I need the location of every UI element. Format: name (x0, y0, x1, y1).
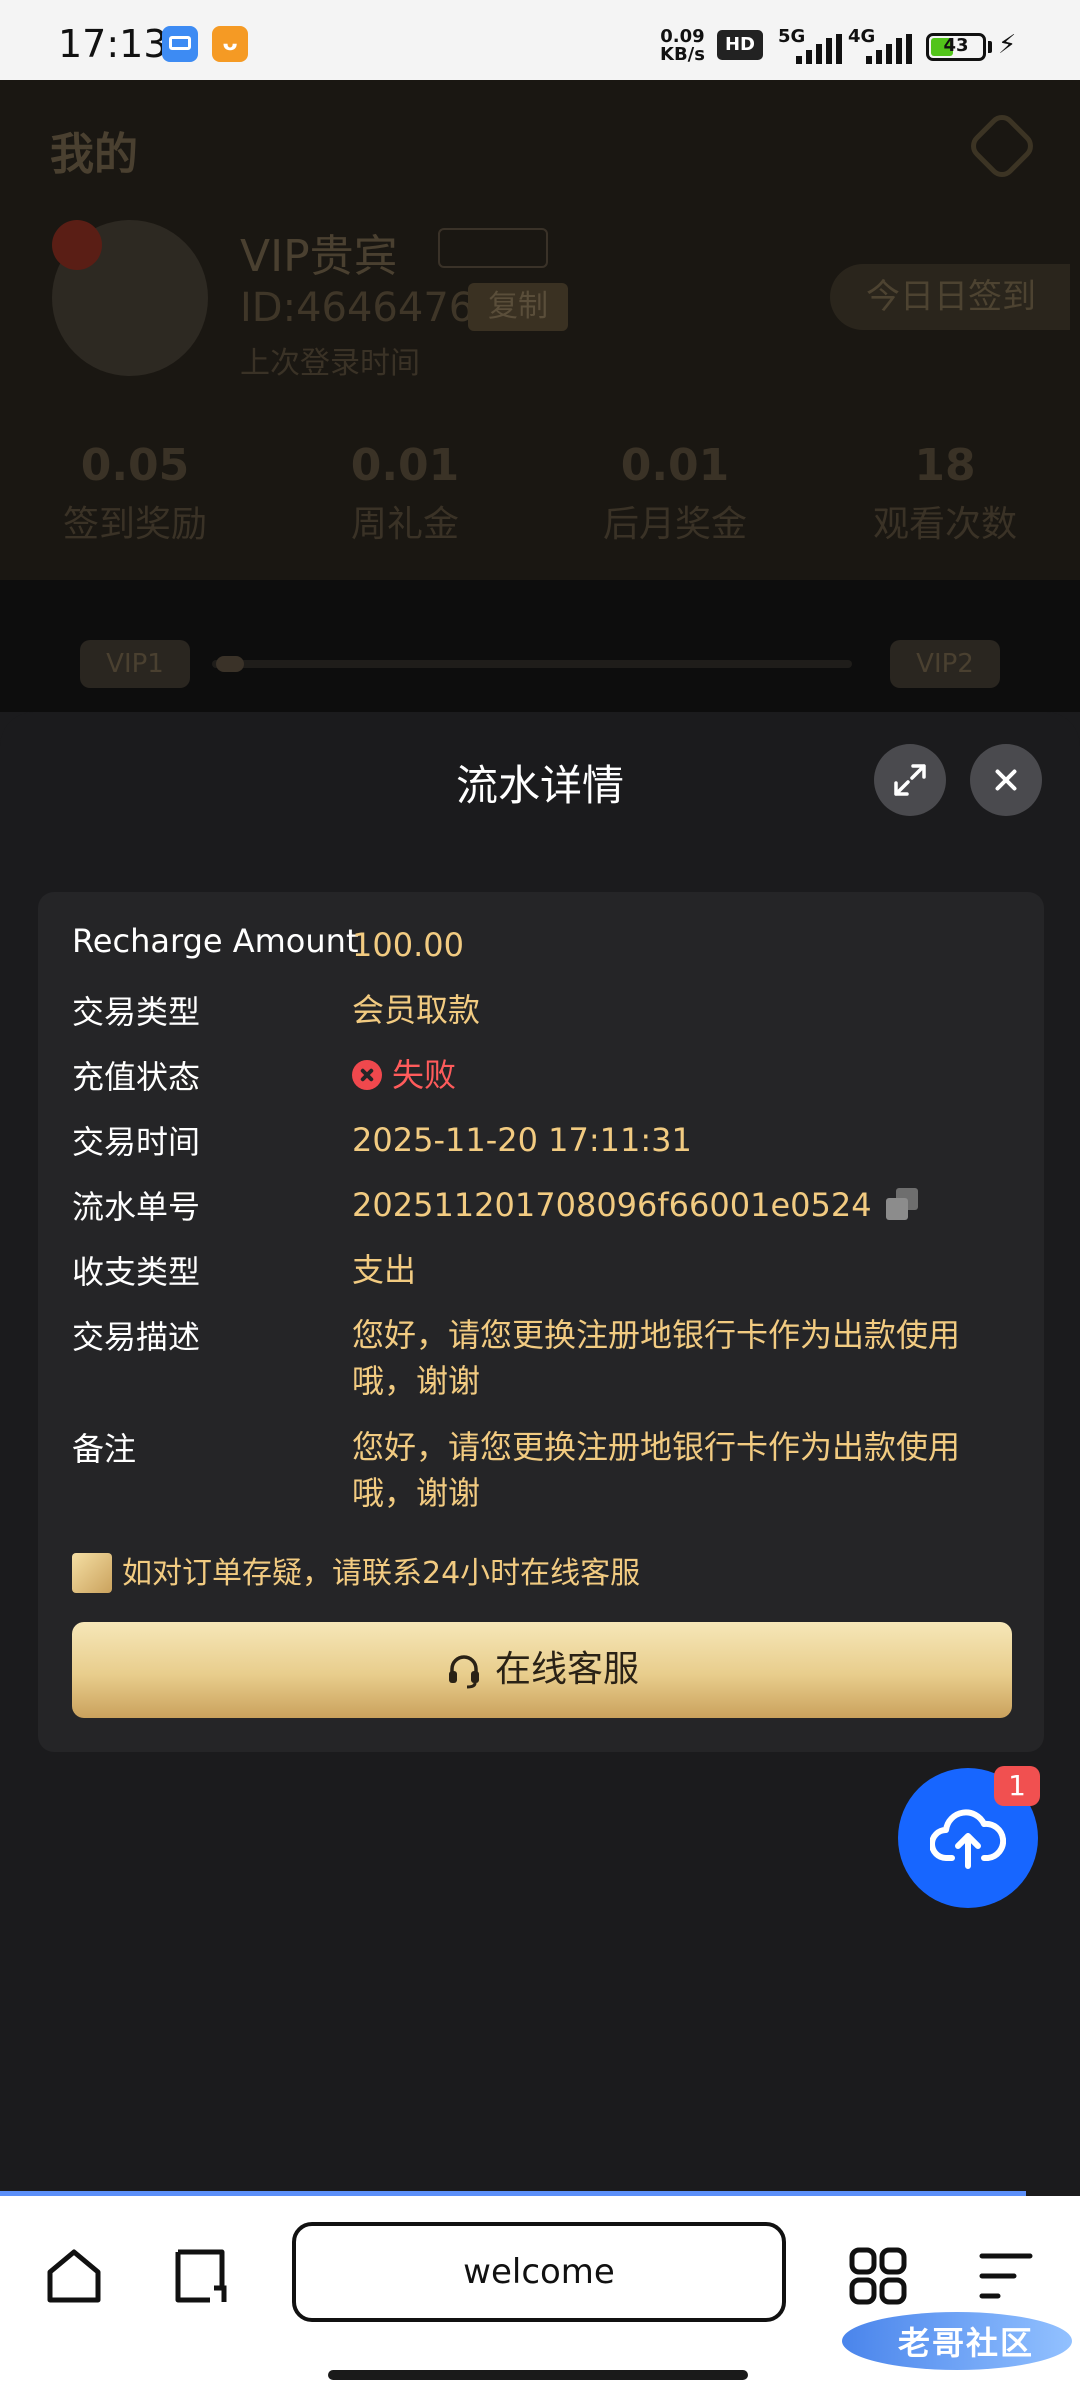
row-label: Recharge Amount (72, 922, 359, 960)
user-id: ID:4646476 (240, 285, 475, 331)
stat-item: 0.01 后月奖金 (602, 440, 747, 545)
vip-progress: VIP1 VIP2 (0, 640, 1080, 700)
stat-item: 18 观看次数 (872, 440, 1017, 545)
smile-app-icon: ᴗ (212, 26, 248, 62)
fail-icon (352, 1060, 382, 1090)
avatar-badge (52, 220, 102, 270)
battery-icon: 43 (926, 33, 986, 61)
last-login: 上次登录时间 (240, 346, 420, 381)
stat-item: 0.05 签到奖励 (62, 440, 207, 545)
address-bar[interactable]: welcome (292, 2222, 786, 2322)
status-time: 17:13 (58, 22, 168, 66)
row-label: 充值状态 (72, 1058, 201, 1096)
status-bar: 17:13 ᴗ 0.09 KB/s HD 5G 4G 43 ⚡ (0, 0, 1080, 80)
vip-level-next: VIP2 (890, 640, 1000, 688)
cloud-upload-icon (930, 1809, 1006, 1869)
signal-5g-icon (796, 34, 842, 64)
menu-icon[interactable] (974, 2244, 1038, 2308)
row-value: 您好，请您更换注册地银行卡作为出款使用哦，谢谢 (352, 1428, 961, 1512)
profile-header: 我的 VIP贵宾 ID:4646476 复制 上次登录时间 今日日签到 0.05… (0, 80, 1080, 580)
home-indicator (328, 2370, 748, 2380)
support-tip: 如对订单存疑，请联系24小时在线客服 (72, 1548, 640, 1593)
page-title: 我的 (50, 129, 138, 180)
row-value: 会员取款 (352, 991, 481, 1029)
home-icon[interactable] (42, 2244, 106, 2308)
row-value: 您好，请您更换注册地银行卡作为出款使用哦，谢谢 (352, 1316, 961, 1400)
background-page: 我的 VIP贵宾 ID:4646476 复制 上次登录时间 今日日签到 0.05… (0, 80, 1080, 712)
expand-icon (894, 764, 926, 796)
battery-tip (988, 41, 992, 53)
row-value: 失败 (352, 1052, 972, 1098)
charging-icon: ⚡ (998, 30, 1017, 60)
row-value: 100.00 (352, 926, 464, 964)
vip-name: VIP贵宾 (240, 231, 398, 282)
sign-in-button: 今日日签到 (830, 264, 1070, 330)
row-value: 支出 (352, 1251, 417, 1289)
stats-row: 0.05 签到奖励 0.01 周礼金 0.01 后月奖金 18 观看次数 (0, 420, 1080, 580)
headset-icon (448, 1655, 479, 1689)
close-button[interactable] (970, 744, 1042, 816)
row-value: 202511201708096f66001e0524 (352, 1182, 972, 1228)
row-label: 交易时间 (72, 1123, 201, 1161)
online-service-button[interactable]: 在线客服 (72, 1622, 1012, 1718)
vip-progress-bar (212, 656, 852, 672)
serial-number: 202511201708096f66001e0524 (352, 1186, 872, 1224)
apps-grid-icon[interactable] (846, 2244, 910, 2308)
hd-icon: HD (717, 30, 763, 60)
status-text: 失败 (392, 1056, 457, 1094)
expand-button[interactable] (874, 744, 946, 816)
row-label: 流水单号 (72, 1188, 201, 1226)
transaction-detail-sheet: 流水详情 Recharge Amount 100.00 交易类型 会员取款 充值… (0, 712, 1080, 2192)
row-label: 交易描述 (72, 1318, 201, 1356)
signal-4g-icon (866, 34, 912, 64)
row-label: 收支类型 (72, 1253, 201, 1291)
detail-card: Recharge Amount 100.00 交易类型 会员取款 充值状态 失败… (38, 892, 1044, 1752)
copy-icon[interactable] (885, 1188, 920, 1222)
tabs-icon[interactable] (168, 2244, 232, 2308)
notification-badge: 1 (994, 1766, 1040, 1806)
row-value: 2025-11-20 17:11:31 (352, 1121, 692, 1159)
copy-id-button: 复制 (468, 283, 568, 331)
settings-icon (965, 109, 1039, 183)
row-label: 备注 (72, 1430, 137, 1468)
message-app-icon (162, 26, 198, 62)
watermark-logo: 老哥社区 (842, 2306, 1072, 2376)
vip-level-current: VIP1 (80, 640, 190, 688)
tip-text: 如对订单存疑，请联系24小时在线客服 (122, 1556, 641, 1591)
network-speed: 0.09 KB/s (660, 26, 705, 65)
tip-icon (72, 1553, 112, 1593)
stat-item: 0.01 周礼金 (350, 440, 460, 545)
row-label: 交易类型 (72, 993, 201, 1031)
service-button-label: 在线客服 (494, 1649, 639, 1690)
vip-tag (438, 228, 548, 268)
